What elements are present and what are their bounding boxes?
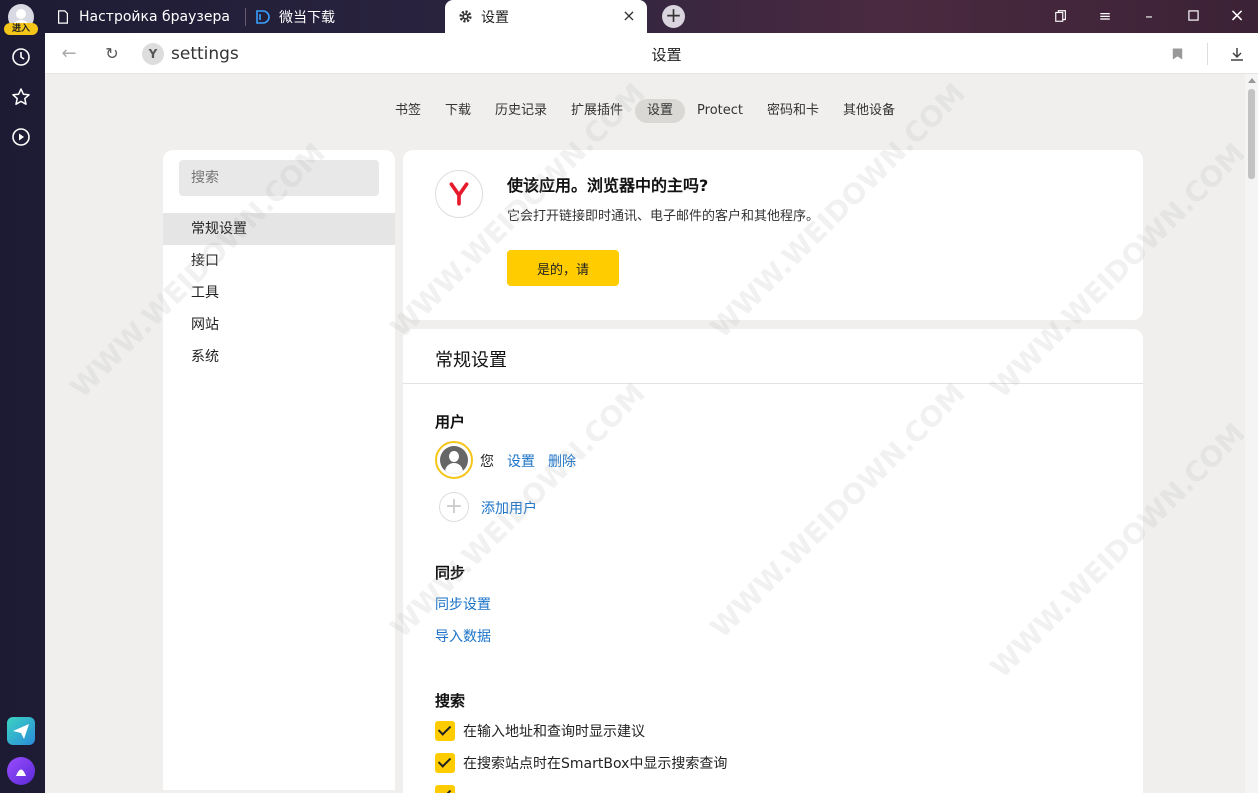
login-badge[interactable]: 进入	[4, 23, 38, 35]
user-settings-link[interactable]: 设置	[507, 451, 535, 471]
divider	[403, 383, 1143, 384]
next-option-partial[interactable]	[435, 785, 463, 793]
checkbox-checked[interactable]	[435, 753, 455, 773]
sidebar-item-tools[interactable]: 工具	[163, 277, 395, 309]
settings-page: 书签 下载 历史记录 扩展插件 设置 Protect 密码和卡 其他设备 常规设…	[45, 74, 1245, 793]
nav-passwords[interactable]: 密码和卡	[755, 99, 831, 123]
play-icon[interactable]	[11, 127, 31, 147]
nav-bookmarks[interactable]: 书签	[383, 99, 433, 123]
messenger-app-icon[interactable]	[7, 717, 35, 745]
page-title: 设置	[651, 46, 682, 64]
window-close-icon[interactable]: ×	[1226, 6, 1248, 26]
option-label: 在输入地址和查询时显示建议	[463, 724, 645, 740]
user-silhouette-icon	[440, 446, 468, 474]
yandex-logo-icon	[435, 170, 483, 218]
search-input[interactable]	[179, 160, 379, 196]
left-rail: 进入	[0, 0, 45, 793]
document-icon	[55, 9, 71, 25]
checkbox-checked[interactable]	[435, 785, 455, 793]
promo-title: 使该应用。浏览器中的主吗?	[507, 176, 709, 195]
user-name: 您	[480, 454, 494, 470]
tab-label: Настройка браузера	[79, 8, 230, 25]
scroll-thumb[interactable]	[1248, 89, 1255, 179]
tab-label: 设置	[481, 9, 509, 26]
nav-downloads[interactable]: 下载	[433, 99, 483, 123]
tab-browser-setup[interactable]: Настройка браузера	[55, 0, 245, 33]
bookmark-icon[interactable]	[1166, 43, 1188, 65]
menu-icon[interactable]: ≡	[1094, 6, 1116, 26]
sync-settings-link[interactable]: 同步设置	[435, 594, 491, 614]
minimize-icon[interactable]: –	[1138, 6, 1160, 26]
download-icon[interactable]	[1226, 43, 1248, 65]
sidebar-item-sites[interactable]: 网站	[163, 309, 395, 341]
checkbox-checked[interactable]	[435, 721, 455, 741]
scroll-up-arrow-icon[interactable]	[1248, 78, 1256, 83]
promo-description: 它会打开链接即时通讯、电子邮件的客户和其他程序。	[507, 209, 820, 224]
nav-history[interactable]: 历史记录	[483, 99, 559, 123]
smartbox-query-option[interactable]: 在搜索站点时在SmartBox中显示搜索查询	[435, 753, 727, 773]
add-user-link[interactable]: 添加用户	[481, 498, 537, 518]
option-label: 在搜索站点时在SmartBox中显示搜索查询	[463, 756, 728, 772]
add-user-icon[interactable]: +	[439, 492, 469, 522]
sidebar-item-interface[interactable]: 接口	[163, 245, 395, 277]
maximize-icon[interactable]	[1182, 6, 1204, 26]
set-default-yes-button[interactable]: 是的，请	[507, 250, 619, 286]
toolbar-divider	[1207, 43, 1208, 65]
tab-bar: Настройка браузера 微当下载 设置 × + ≡ – ×	[45, 0, 1258, 33]
default-browser-card: 使该应用。浏览器中的主吗? 它会打开链接即时通讯、电子邮件的客户和其他程序。 是…	[403, 150, 1143, 320]
tab-manager-icon[interactable]	[1050, 6, 1072, 26]
sidebar-item-system[interactable]: 系统	[163, 341, 395, 373]
nav-other-devices[interactable]: 其他设备	[831, 99, 907, 123]
close-icon[interactable]: ×	[621, 8, 637, 24]
nav-extensions[interactable]: 扩展插件	[559, 99, 635, 123]
user-avatar[interactable]	[435, 441, 473, 479]
tab-divider	[245, 8, 246, 26]
nav-protect[interactable]: Protect	[685, 99, 755, 123]
section-heading: 常规设置	[435, 350, 507, 371]
tab-label: 微当下载	[279, 9, 335, 26]
search-suggestions-option[interactable]: 在输入地址和查询时显示建议	[435, 721, 645, 741]
sync-heading: 同步	[435, 564, 466, 582]
users-heading: 用户	[435, 413, 466, 431]
nav-settings[interactable]: 设置	[635, 99, 686, 123]
weidown-logo-icon	[255, 9, 271, 25]
page-scrollbar[interactable]	[1245, 74, 1258, 793]
address-toolbar: ← ↻ Y settings 设置	[45, 33, 1258, 74]
gear-icon	[457, 9, 473, 25]
user-delete-link[interactable]: 删除	[548, 451, 576, 471]
settings-sidebar: 常规设置 接口 工具 网站 系统	[163, 150, 395, 790]
settings-nav: 书签 下载 历史记录 扩展插件 设置 Protect 密码和卡 其他设备	[45, 99, 1245, 123]
tab-settings[interactable]: 设置 ×	[445, 0, 647, 33]
general-settings-card: 常规设置 用户 您 设置 删除 + 添加用户 同步 同步设置 导入数据 搜索 在…	[403, 329, 1143, 793]
search-heading: 搜索	[435, 692, 466, 710]
import-data-link[interactable]: 导入数据	[435, 626, 491, 646]
new-tab-button[interactable]: +	[662, 5, 685, 28]
alice-assistant-icon[interactable]	[7, 757, 35, 785]
clock-icon[interactable]	[11, 47, 31, 67]
tab-weidown[interactable]: 微当下载	[255, 0, 445, 33]
sidebar-item-general[interactable]: 常规设置	[163, 213, 395, 245]
star-icon[interactable]	[11, 87, 31, 107]
